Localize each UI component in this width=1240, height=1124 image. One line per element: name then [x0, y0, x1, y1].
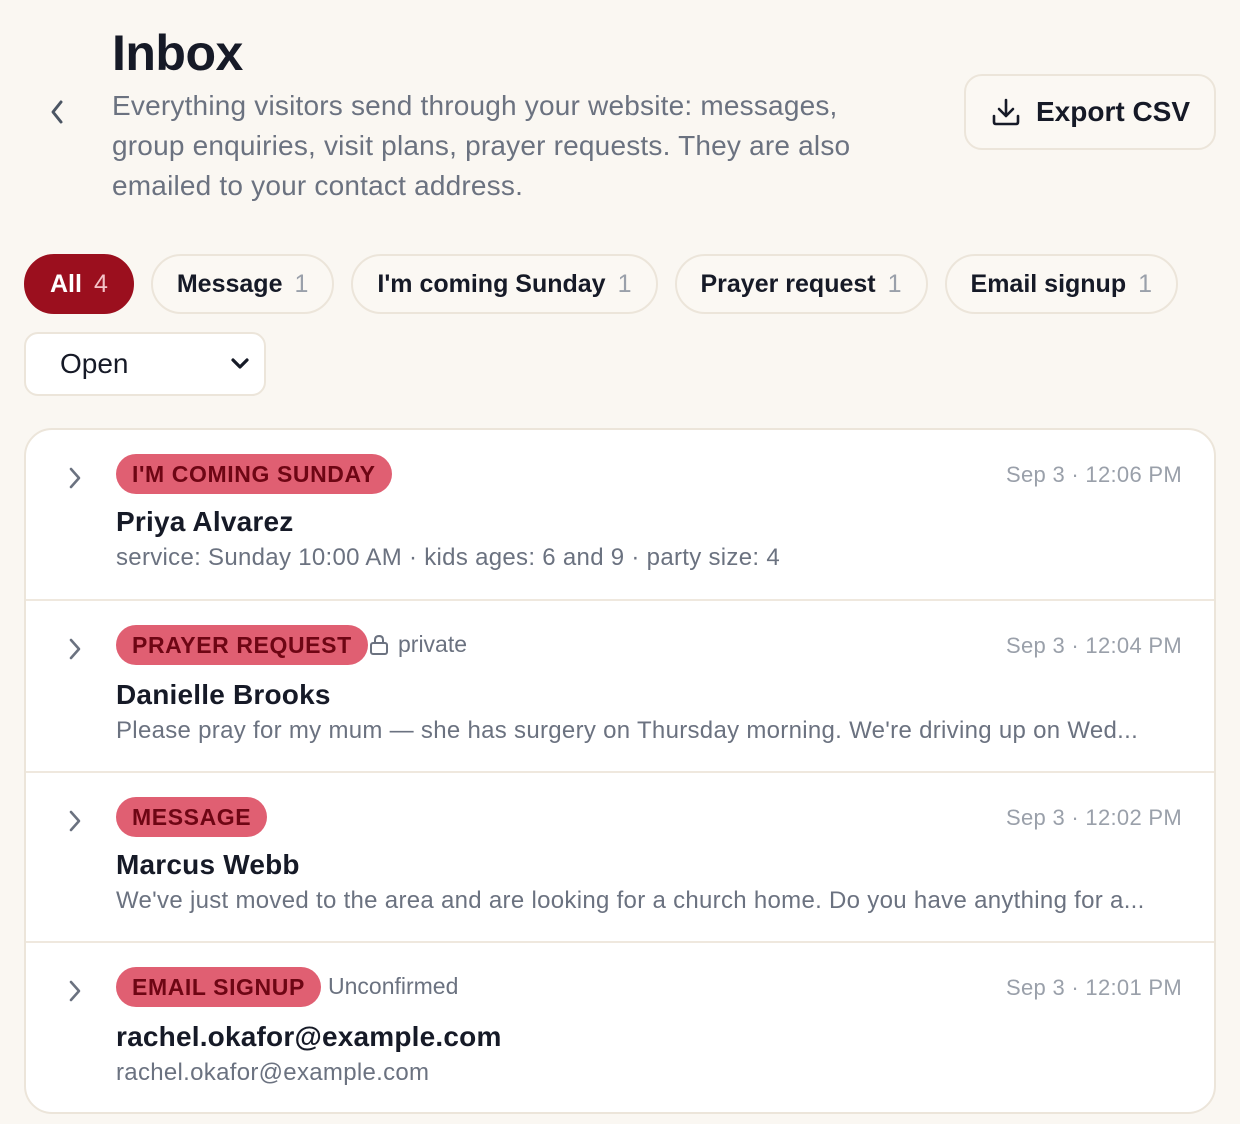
- privacy-label: private: [398, 631, 468, 657]
- chevron-left-icon: [51, 100, 63, 124]
- chevron-right-icon[interactable]: [66, 636, 84, 662]
- filter-chip-im-coming-sunday[interactable]: I'm coming Sunday 1: [351, 254, 658, 314]
- submission-time: Sep 3 · 12:04 PM: [1005, 633, 1182, 658]
- chip-count: 1: [887, 269, 902, 298]
- submission-type-badge: Email signup: [116, 967, 321, 1007]
- filter-chip-message[interactable]: Message 1: [150, 254, 335, 314]
- chevron-right-icon[interactable]: [66, 465, 84, 491]
- chip-label: Message: [176, 269, 283, 298]
- filter-chip-all[interactable]: All 4: [24, 254, 134, 314]
- chip-label: Prayer request: [700, 269, 876, 298]
- submission-row[interactable]: Email signup Unconfirmed Sep 3 · 12:01 P…: [26, 943, 1214, 1112]
- type-filter-chips: All 4 Message 1 I'm coming Sunday 1 Pray…: [24, 254, 1179, 314]
- submission-summary: We've just moved to the area and are loo…: [116, 887, 1145, 914]
- signup-status: Unconfirmed: [328, 973, 458, 1000]
- submission-name: Priya Alvarez: [116, 506, 294, 537]
- chip-count: 1: [617, 269, 632, 298]
- submission-summary: service: Sunday 10:00 AM · kids ages: 6 …: [116, 544, 780, 571]
- filter-chip-prayer-request[interactable]: Prayer request 1: [674, 254, 928, 314]
- submission-name: Marcus Webb: [116, 849, 300, 880]
- chip-count: 1: [294, 269, 309, 298]
- export-csv-label: Export CSV: [1035, 96, 1191, 127]
- page-title: Inbox: [112, 25, 243, 81]
- submission-type-badge: Message: [116, 797, 268, 837]
- submission-type-badge: Prayer request: [116, 625, 368, 665]
- privacy-indicator: private: [368, 631, 467, 658]
- status-select-value: Open: [60, 348, 129, 379]
- submission-list: I'm coming Sunday Sep 3 · 12:06 PM Priya…: [24, 428, 1216, 1114]
- submission-time: Sep 3 · 12:01 PM: [1005, 975, 1182, 1000]
- filter-chip-email-signup[interactable]: Email signup 1: [944, 254, 1179, 314]
- submission-row[interactable]: Message Sep 3 · 12:02 PM Marcus Webb We'…: [26, 773, 1214, 943]
- signup-status-label: Unconfirmed: [328, 973, 459, 999]
- back-button[interactable]: [40, 92, 74, 132]
- submission-summary: Please pray for my mum — she has surgery…: [116, 717, 1139, 744]
- chevron-right-icon[interactable]: [66, 808, 84, 834]
- submission-row[interactable]: Prayer request private Sep 3 · 12:04 PM …: [26, 601, 1214, 773]
- export-csv-button[interactable]: Export CSV: [964, 74, 1216, 150]
- chip-count: 4: [93, 269, 108, 298]
- submission-name: Danielle Brooks: [116, 679, 331, 710]
- inbox-page: Inbox Everything visitors send through y…: [0, 0, 1240, 1124]
- download-icon: [992, 98, 1020, 126]
- submission-type-badge: I'm coming Sunday: [116, 454, 392, 494]
- page-description: Everything visitors send through your we…: [112, 90, 851, 201]
- status-select[interactable]: Open: [24, 332, 266, 396]
- submission-time: Sep 3 · 12:06 PM: [1005, 462, 1182, 487]
- chevron-down-icon: [231, 358, 249, 369]
- chip-count: 1: [1138, 269, 1153, 298]
- chip-label: Email signup: [970, 269, 1127, 298]
- lock-icon: [370, 634, 388, 655]
- submission-time: Sep 3 · 12:02 PM: [1005, 805, 1182, 830]
- chip-label: I'm coming Sunday: [377, 269, 606, 298]
- submission-name: rachel.okafor@example.com: [116, 1021, 502, 1052]
- chevron-right-icon[interactable]: [66, 978, 84, 1004]
- submission-row[interactable]: I'm coming Sunday Sep 3 · 12:06 PM Priya…: [26, 430, 1214, 601]
- chip-label: All: [50, 269, 82, 298]
- submission-summary: rachel.okafor@example.com: [116, 1059, 430, 1086]
